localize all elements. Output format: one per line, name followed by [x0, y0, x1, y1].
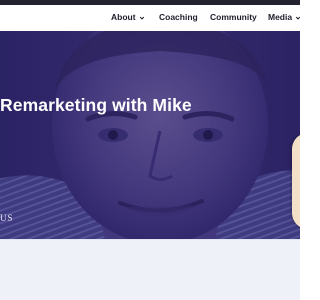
hero-photo: [0, 31, 300, 239]
nav-coaching[interactable]: Coaching: [159, 12, 198, 23]
page: About Coaching Community Media Remarketi…: [0, 0, 300, 300]
section-divider: [0, 239, 300, 240]
nav-community[interactable]: Community: [210, 12, 257, 23]
nav-about[interactable]: About: [111, 12, 145, 23]
nav-coaching-label: Coaching: [159, 12, 198, 22]
nav-about-label: About: [111, 12, 136, 22]
nav-media-label: Media: [268, 12, 293, 22]
hero-banner: Remarketing with Mike US: [0, 31, 300, 239]
content-section: [0, 239, 300, 300]
chat-avatar[interactable]: [292, 133, 300, 229]
nav-media[interactable]: Media: [268, 12, 300, 23]
chevron-down-icon: [139, 16, 144, 20]
main-nav: About Coaching Community Media: [0, 5, 300, 31]
nav-community-label: Community: [210, 12, 257, 22]
hero-title: Remarketing with Mike: [0, 95, 192, 115]
site-header: About Coaching Community Media: [0, 5, 300, 31]
chevron-down-icon: [295, 16, 300, 20]
hero-caption: US: [0, 213, 14, 223]
